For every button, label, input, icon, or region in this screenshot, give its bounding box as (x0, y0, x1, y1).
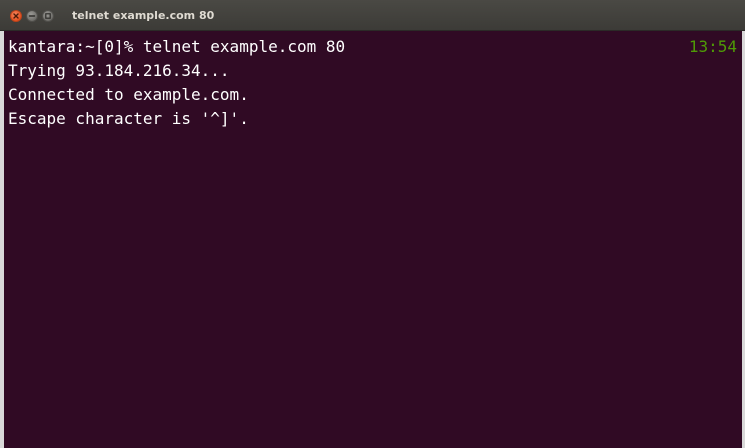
terminal-output[interactable]: kantara:~[0]% telnet example.com 80 Tryi… (0, 31, 745, 448)
terminal-line: Connected to example.com. (8, 85, 249, 104)
title-bar[interactable]: telnet example.com 80 (0, 0, 745, 31)
minimize-icon (28, 12, 36, 20)
prompt-clock: 13:54 (688, 37, 737, 56)
minimize-button[interactable] (26, 10, 38, 22)
terminal-window: telnet example.com 80 kantara:~[0]% teln… (0, 0, 745, 448)
window-title: telnet example.com 80 (72, 9, 215, 22)
terminal-line: kantara:~[0]% telnet example.com 80 (8, 37, 346, 56)
maximize-button[interactable] (42, 10, 54, 22)
maximize-icon (44, 12, 52, 20)
terminal-line: Escape character is '^]'. (8, 109, 249, 128)
terminal-line: Trying 93.184.216.34... (8, 61, 230, 80)
close-button[interactable] (10, 10, 22, 22)
close-icon (12, 12, 20, 20)
